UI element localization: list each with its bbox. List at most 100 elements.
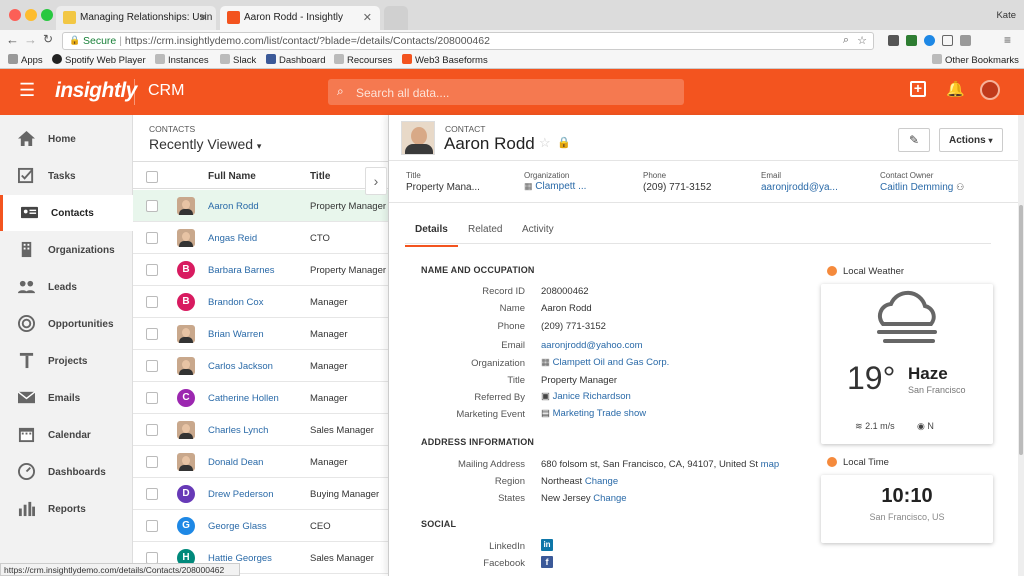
contact-row[interactable]: B Brandon Cox Manager	[133, 286, 388, 318]
row-checkbox[interactable]	[146, 488, 158, 500]
browser-menu-icon[interactable]: ≡	[1004, 33, 1011, 47]
lock-icon[interactable]: 🔒	[557, 136, 571, 149]
extension-icon[interactable]	[906, 35, 917, 46]
contact-name-link[interactable]: Brian Warren	[208, 329, 264, 340]
contact-name-link[interactable]: Carlos Jackson	[208, 361, 273, 372]
email-link[interactable]: aaronjrodd@yahoo.com	[541, 340, 643, 351]
contact-name-link[interactable]: Donald Dean	[208, 457, 263, 468]
other-bookmarks[interactable]: Other Bookmarks	[932, 54, 1019, 66]
edit-pencil-button[interactable]: ✎	[898, 128, 930, 152]
sidebar-item-leads[interactable]: Leads	[0, 269, 133, 305]
extension-icon[interactable]	[924, 35, 935, 46]
bookmark-instances[interactable]: Instances	[155, 54, 209, 66]
close-window-button[interactable]	[9, 9, 21, 21]
contact-name-link[interactable]: Barbara Barnes	[208, 265, 275, 276]
row-checkbox[interactable]	[146, 328, 158, 340]
browser-tab-managing[interactable]: Managing Relationships: Usin ✕	[56, 6, 216, 30]
facebook-icon[interactable]: f	[541, 556, 553, 568]
bookmark-recourses[interactable]: Recourses	[334, 54, 392, 66]
hamburger-menu-icon[interactable]: ☰	[19, 80, 35, 101]
page-scrollbar[interactable]	[1018, 115, 1024, 576]
sidebar-item-calendar[interactable]: Calendar	[0, 417, 133, 453]
sidebar-item-contacts[interactable]: Contacts	[0, 195, 133, 231]
referred-by-link[interactable]: ▣ Janice Richardson	[541, 391, 631, 402]
contact-row[interactable]: Donald Dean Manager	[133, 446, 388, 478]
contact-name-link[interactable]: Brandon Cox	[208, 297, 263, 308]
summary-phone-value[interactable]: (209) 771-3152	[643, 182, 711, 193]
minimize-window-button[interactable]	[25, 9, 37, 21]
row-checkbox[interactable]	[146, 296, 158, 308]
organization-link[interactable]: ▦ Clampett Oil and Gas Corp.	[541, 357, 669, 368]
summary-owner-link[interactable]: Caitlin Demming ⚇	[880, 182, 964, 193]
phone-value[interactable]: (209) 771-3152	[541, 321, 606, 332]
tab-related[interactable]: Related	[468, 224, 502, 235]
close-tab-icon[interactable]: ✕	[363, 11, 372, 24]
tab-activity[interactable]: Activity	[522, 224, 554, 235]
contact-row[interactable]: D Drew Pederson Buying Manager	[133, 478, 388, 510]
browser-tab-aaron-rodd[interactable]: Aaron Rodd - Insightly ✕	[220, 6, 380, 30]
contact-row[interactable]: C Catherine Hollen Manager	[133, 382, 388, 414]
contact-row[interactable]: Angas Reid CTO	[133, 222, 388, 254]
maximize-window-button[interactable]	[41, 9, 53, 21]
row-checkbox[interactable]	[146, 456, 158, 468]
summary-org-link[interactable]: ▦ Clampett ...	[524, 181, 586, 192]
contact-row[interactable]: G George Glass CEO	[133, 510, 388, 542]
back-icon[interactable]: ←	[6, 32, 19, 47]
bookmark-star-icon[interactable]: ☆	[857, 34, 867, 47]
extension-icon[interactable]	[942, 35, 953, 46]
bookmark-dashboard[interactable]: Dashboard	[266, 54, 325, 66]
contact-row[interactable]: B Barbara Barnes Property Manager	[133, 254, 388, 286]
extension-icon[interactable]	[960, 35, 971, 46]
contact-row[interactable]: Brian Warren Manager	[133, 318, 388, 350]
sidebar-item-emails[interactable]: Emails	[0, 380, 133, 416]
bookmark-web3[interactable]: Web3 Baseforms	[402, 54, 488, 66]
contact-name-link[interactable]: George Glass	[208, 521, 267, 532]
contact-row[interactable]: Charles Lynch Sales Manager	[133, 414, 388, 446]
select-all-checkbox[interactable]	[146, 171, 158, 183]
linkedin-icon[interactable]: in	[541, 539, 553, 551]
sidebar-item-home[interactable]: Home	[0, 121, 133, 157]
url-field[interactable]: 🔒 Secure | https://crm.insightlydemo.com…	[62, 32, 874, 50]
forward-icon[interactable]: →	[24, 32, 37, 47]
actions-dropdown-button[interactable]: Actions ▾	[939, 128, 1003, 152]
bookmark-spotify[interactable]: Spotify Web Player	[52, 54, 146, 66]
global-search-input[interactable]: ⌕ Search all data....	[328, 79, 684, 105]
column-header-full-name[interactable]: Full Name	[208, 171, 256, 182]
row-checkbox[interactable]	[146, 520, 158, 532]
contact-name-link[interactable]: Angas Reid	[208, 233, 257, 244]
contact-row[interactable]: Carlos Jackson Manager	[133, 350, 388, 382]
row-checkbox[interactable]	[146, 424, 158, 436]
contact-name-link[interactable]: Catherine Hollen	[208, 393, 279, 404]
contact-name-link[interactable]: Drew Pederson	[208, 489, 273, 500]
sidebar-item-opportunities[interactable]: Opportunities	[0, 306, 133, 342]
insightly-logo[interactable]: insightly	[55, 79, 137, 103]
new-tab-button[interactable]	[384, 6, 408, 30]
star-icon[interactable]: ☆	[539, 135, 551, 151]
close-tab-icon[interactable]: ✕	[199, 11, 208, 24]
notifications-bell-icon[interactable]: 🔔	[946, 80, 965, 98]
map-link[interactable]: map	[761, 459, 779, 470]
contact-name-link[interactable]: Charles Lynch	[208, 425, 268, 436]
sidebar-item-reports[interactable]: Reports	[0, 491, 133, 527]
browser-user-name[interactable]: Kate	[996, 10, 1016, 21]
zoom-icon[interactable]: ⌕	[843, 34, 849, 47]
sidebar-item-projects[interactable]: Projects	[0, 343, 133, 379]
column-header-title[interactable]: Title	[310, 171, 330, 182]
row-checkbox[interactable]	[146, 200, 158, 212]
add-icon[interactable]: +	[910, 81, 926, 97]
user-avatar[interactable]	[980, 80, 1000, 100]
extension-icon[interactable]	[888, 35, 899, 46]
row-checkbox[interactable]	[146, 264, 158, 276]
collapse-panel-chevron-icon[interactable]: ›	[365, 167, 387, 195]
marketing-event-link[interactable]: ▤ Marketing Trade show	[541, 408, 646, 419]
change-states-link[interactable]: Change	[593, 493, 626, 504]
summary-email-link[interactable]: aaronjrodd@ya...	[761, 182, 838, 193]
bookmark-slack[interactable]: Slack	[220, 54, 256, 66]
row-checkbox[interactable]	[146, 360, 158, 372]
change-region-link[interactable]: Change	[585, 476, 618, 487]
reload-icon[interactable]: ↻	[43, 32, 53, 46]
contact-name-link[interactable]: Aaron Rodd	[208, 201, 259, 212]
row-checkbox[interactable]	[146, 392, 158, 404]
view-selector[interactable]: Recently Viewed ▾	[149, 136, 261, 152]
sidebar-item-organizations[interactable]: Organizations	[0, 232, 133, 268]
